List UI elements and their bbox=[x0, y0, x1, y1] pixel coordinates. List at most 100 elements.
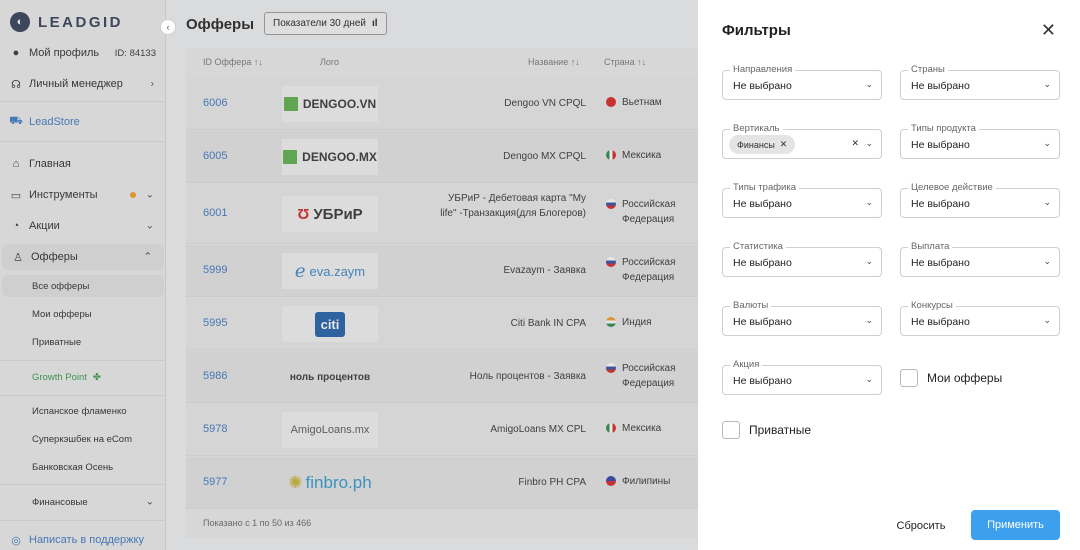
tools-icon: ▭ bbox=[10, 189, 22, 202]
table-header: ID Оффера ↑↓ Лого Название ↑↓ Страна ↑↓ bbox=[186, 48, 698, 76]
chevron-right-icon: › bbox=[150, 78, 154, 90]
table-row[interactable]: 5978 AmigoLoans.mx AmigoLoans MX CPL Мек… bbox=[186, 404, 698, 456]
close-icon[interactable]: ✕ bbox=[1041, 20, 1056, 41]
filter-product-types[interactable]: Типы продукта Не выбрано ⌄ bbox=[900, 123, 1060, 159]
table-row[interactable]: 6006 DENGOO.VN Dengoo VN CPQL Вьетнам bbox=[186, 78, 698, 130]
offer-country: Филипины bbox=[606, 474, 670, 489]
notification-dot bbox=[130, 192, 136, 198]
offer-id[interactable]: 5978 bbox=[203, 423, 227, 435]
checkbox-private[interactable]: Приватные bbox=[722, 421, 811, 439]
promo-label: Акции bbox=[29, 220, 60, 232]
sidebar-item-promo-1[interactable]: Испанское фламенко bbox=[0, 400, 166, 422]
profile-id: ID: 84133 bbox=[114, 47, 156, 59]
flag-india-icon bbox=[606, 317, 616, 327]
chevron-down-icon: ⌄ bbox=[1043, 79, 1051, 89]
sidebar-item-finance[interactable]: Финансовые ⌄ bbox=[0, 491, 166, 513]
offers-table: ID Оффера ↑↓ Лого Название ↑↓ Страна ↑↓ … bbox=[186, 48, 698, 538]
table-row[interactable]: 5999 ℯ eva.zaym Evazaym - Заявка Российск… bbox=[186, 245, 698, 297]
sidebar-item-manager[interactable]: ☊ Личный менеджер › bbox=[0, 73, 166, 95]
checkbox-my-offers[interactable]: Мои офферы bbox=[900, 369, 1002, 387]
chevron-up-icon: ⌃ bbox=[143, 251, 152, 263]
sidebar-item-promo-3[interactable]: Банковская Осень bbox=[0, 456, 166, 478]
leadstore-label: LeadStore bbox=[29, 116, 80, 128]
reset-button[interactable]: Сбросить bbox=[881, 511, 961, 541]
sidebar-item-tools[interactable]: ▭ Инструменты ⌄ bbox=[0, 184, 166, 206]
offer-logo: ✺ finbro.ph bbox=[288, 473, 372, 492]
clear-icon[interactable]: ✕ bbox=[851, 138, 859, 149]
offer-logo: citi bbox=[282, 306, 378, 342]
collapse-sidebar-button[interactable]: ‹ bbox=[160, 19, 176, 35]
table-row[interactable]: 5977 ✺ finbro.ph Finbro PH CPA Филипины bbox=[186, 457, 698, 509]
table-row[interactable]: 5995 citi Citi Bank IN CPA Индия bbox=[186, 298, 698, 350]
chevron-down-icon: ⌄ bbox=[865, 315, 873, 325]
home-label: Главная bbox=[29, 158, 71, 170]
brand-logo[interactable]: ◐ LEADGID bbox=[10, 10, 123, 34]
col-id[interactable]: ID Оффера ↑↓ bbox=[203, 57, 263, 67]
flag-philippines-icon bbox=[606, 476, 616, 486]
chevron-down-icon: ⌄ bbox=[865, 138, 873, 148]
offer-name: Ноль процентов - Заявка bbox=[469, 371, 586, 382]
profile-label: Мой профиль bbox=[29, 47, 100, 59]
sidebar-item-home[interactable]: ⌂ Главная bbox=[0, 153, 166, 175]
pagination-info: Показано с 1 по 50 из 466 bbox=[203, 518, 312, 528]
checkbox-box[interactable] bbox=[722, 421, 740, 439]
col-country[interactable]: Страна ↑↓ bbox=[604, 57, 646, 67]
filter-statistics[interactable]: Статистика Не выбрано ⌄ bbox=[722, 241, 882, 277]
filter-contests[interactable]: Конкурсы Не выбрано ⌄ bbox=[900, 300, 1060, 336]
filters-panel: Фильтры ✕ Направления Не выбрано ⌄ Стран… bbox=[698, 0, 1080, 550]
period-stats-button[interactable]: Показатели 30 дней ıl bbox=[264, 12, 387, 35]
flag-russia-icon bbox=[606, 199, 616, 209]
sidebar-item-offers[interactable]: ♙ Офферы ⌃ bbox=[2, 244, 164, 270]
checkbox-box[interactable] bbox=[900, 369, 918, 387]
filter-currencies[interactable]: Валюты Не выбрано ⌄ bbox=[722, 300, 882, 336]
chevron-down-icon: ⌄ bbox=[1043, 315, 1051, 325]
chevron-down-icon: ⌄ bbox=[145, 496, 154, 508]
leadgid-logo-icon: ◐ bbox=[10, 12, 30, 32]
table-row[interactable]: 6005 DENGOO.MX Dengoo MX CPQL Мексика bbox=[186, 131, 698, 183]
sidebar-item-growth-point[interactable]: Growth Point ✤ bbox=[0, 366, 166, 388]
offer-id[interactable]: 6005 bbox=[203, 150, 227, 162]
filter-target-action[interactable]: Целевое действие Не выбрано ⌄ bbox=[900, 182, 1060, 218]
filter-traffic-types[interactable]: Типы трафика Не выбрано ⌄ bbox=[722, 182, 882, 218]
brand-name: LEADGID bbox=[38, 13, 123, 31]
chevron-down-icon: ⌄ bbox=[865, 256, 873, 266]
filter-vertical[interactable]: Вертикаль Финансы ✕ ✕ ⌄ bbox=[722, 123, 882, 159]
flag-mexico-icon bbox=[606, 150, 616, 160]
filters-title: Фильтры bbox=[722, 22, 791, 39]
offer-id[interactable]: 5986 bbox=[203, 370, 227, 382]
chevron-down-icon: ⌄ bbox=[1043, 197, 1051, 207]
col-name[interactable]: Название ↑↓ bbox=[528, 57, 580, 67]
filter-directions[interactable]: Направления Не выбрано ⌄ bbox=[722, 64, 882, 100]
sidebar-item-profile[interactable]: ● Мой профиль ID: 84133 bbox=[0, 42, 166, 64]
offers-icon: ♙ bbox=[13, 251, 23, 264]
offer-logo: DENGOO.MX bbox=[282, 139, 378, 175]
offer-country: Вьетнам bbox=[606, 95, 662, 110]
sidebar-item-private[interactable]: Приватные bbox=[0, 331, 166, 353]
offer-name: Dengoo MX CPQL bbox=[503, 151, 586, 162]
table-row[interactable]: 6001 Ʊ УБРиР УБРиР - Дебетовая карта "My … bbox=[186, 184, 698, 244]
filter-payout[interactable]: Выплата Не выбрано ⌄ bbox=[900, 241, 1060, 277]
sidebar-item-leadstore[interactable]: ⛟ LeadStore bbox=[0, 111, 166, 133]
chip-remove-icon[interactable]: ✕ bbox=[780, 139, 788, 150]
sidebar-item-all-offers[interactable]: Все офферы bbox=[2, 275, 164, 297]
support-link[interactable]: ◎ Написать в поддержку bbox=[0, 529, 166, 550]
offer-id[interactable]: 6006 bbox=[203, 97, 227, 109]
offer-id[interactable]: 5995 bbox=[203, 317, 227, 329]
filter-promo[interactable]: Акция Не выбрано ⌄ bbox=[722, 359, 882, 395]
main-content: Офферы Показатели 30 дней ıl ID Оффера ↑… bbox=[166, 0, 698, 550]
offer-id[interactable]: 5999 bbox=[203, 264, 227, 276]
filter-countries[interactable]: Страны Не выбрано ⌄ bbox=[900, 64, 1060, 100]
apply-button[interactable]: Применить bbox=[971, 510, 1060, 540]
offer-name: Citi Bank IN CPA bbox=[510, 318, 586, 329]
offer-id[interactable]: 6001 bbox=[203, 207, 227, 219]
sidebar-item-promo-2[interactable]: Суперкэшбек на eCom bbox=[0, 428, 166, 450]
support-icon: ◎ bbox=[11, 534, 21, 547]
table-row[interactable]: 5986 ноль процентов Ноль процентов - Зая… bbox=[186, 351, 698, 403]
chevron-down-icon: ⌄ bbox=[865, 374, 873, 384]
sidebar-item-promo[interactable]: ◔ Акции ⌄ bbox=[0, 215, 166, 237]
chevron-down-icon: ⌄ bbox=[865, 197, 873, 207]
offer-logo: DENGOO.VN bbox=[282, 86, 378, 122]
chevron-down-icon: ⌄ bbox=[865, 79, 873, 89]
sidebar-item-my-offers[interactable]: Мои офферы bbox=[0, 303, 166, 325]
offer-id[interactable]: 5977 bbox=[203, 476, 227, 488]
